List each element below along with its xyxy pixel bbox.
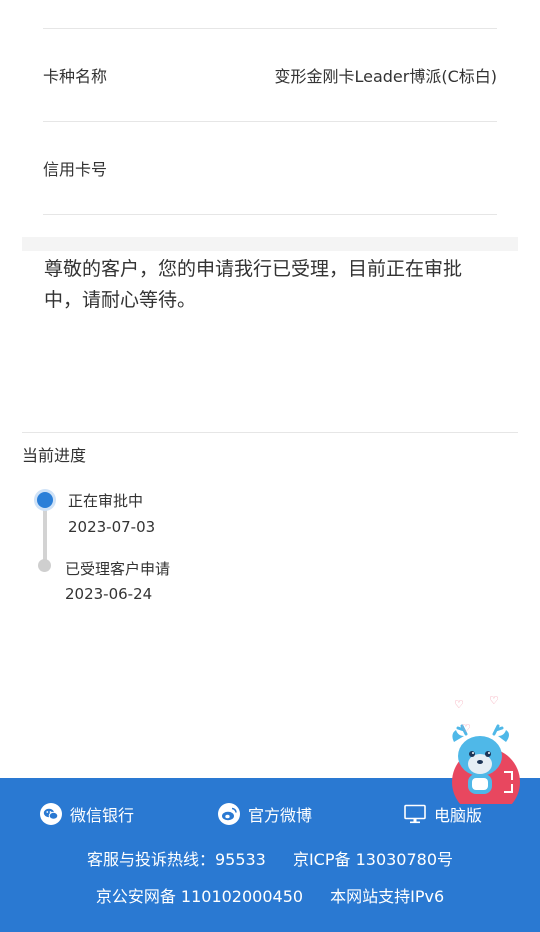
wechat-bank-link[interactable]: 微信银行 [40,802,134,826]
desktop-icon [404,804,426,824]
application-status-page: 卡种名称 变形金刚卡Leader博派(C标白) 信用卡号 尊敬的客户，您的申请我… [0,0,540,932]
wechat-bank-label: 微信银行 [70,806,135,825]
divider [43,214,497,215]
desktop-version-link[interactable]: 电脑版 [404,802,482,826]
desktop-version-label: 电脑版 [434,806,483,825]
card-number-row: 信用卡号 [43,121,497,214]
card-number-label: 信用卡号 [43,159,108,179]
timeline-dot [38,559,51,572]
footer-contact-line: 客服与投诉热线：95533 京ICP备 13030780号 [0,846,540,870]
timeline-active-dot [37,492,53,508]
footer-links: 微信银行 官方微博 电脑版 [0,802,540,830]
mascot-assistant-button[interactable]: ♡ ♡ ♡ [444,694,524,816]
timeline-step-status: 已受理客户申请 [65,560,171,578]
card-type-value: 变形金刚卡Leader博派(C标白) [274,66,497,86]
timeline-step-date: 2023-06-24 [65,585,153,603]
weibo-link[interactable]: 官方微博 [218,802,312,826]
progress-title: 当前进度 [22,446,87,465]
section-separator [22,237,518,251]
weibo-label: 官方微博 [248,806,313,825]
ipv6-text: 本网站支持IPv6 [330,887,445,906]
divider [22,432,518,433]
footer-record-line: 京公安网备 110102000450 本网站支持IPv6 [0,883,540,907]
hotline-text: 客服与投诉热线：95533 [86,850,266,869]
application-notice: 尊敬的客户，您的申请我行已受理，目前正在审批中，请耐心等待。 [44,258,463,311]
timeline-step-status: 正在审批中 [68,492,144,510]
wechat-icon [40,803,62,825]
card-type-row: 卡种名称 变形金刚卡Leader博派(C标白) [43,28,497,121]
heart-icon: ♡ [454,698,464,711]
icp-text: 京ICP备 13030780号 [292,850,454,869]
timeline-connector [43,508,47,564]
timeline-step-date: 2023-07-03 [68,518,156,536]
weibo-icon [218,803,240,825]
police-record-text: 京公安网备 110102000450 [95,887,304,906]
heart-icon: ♡ [489,694,499,707]
heart-icon: ♡ [461,722,471,735]
card-type-label: 卡种名称 [43,66,108,86]
